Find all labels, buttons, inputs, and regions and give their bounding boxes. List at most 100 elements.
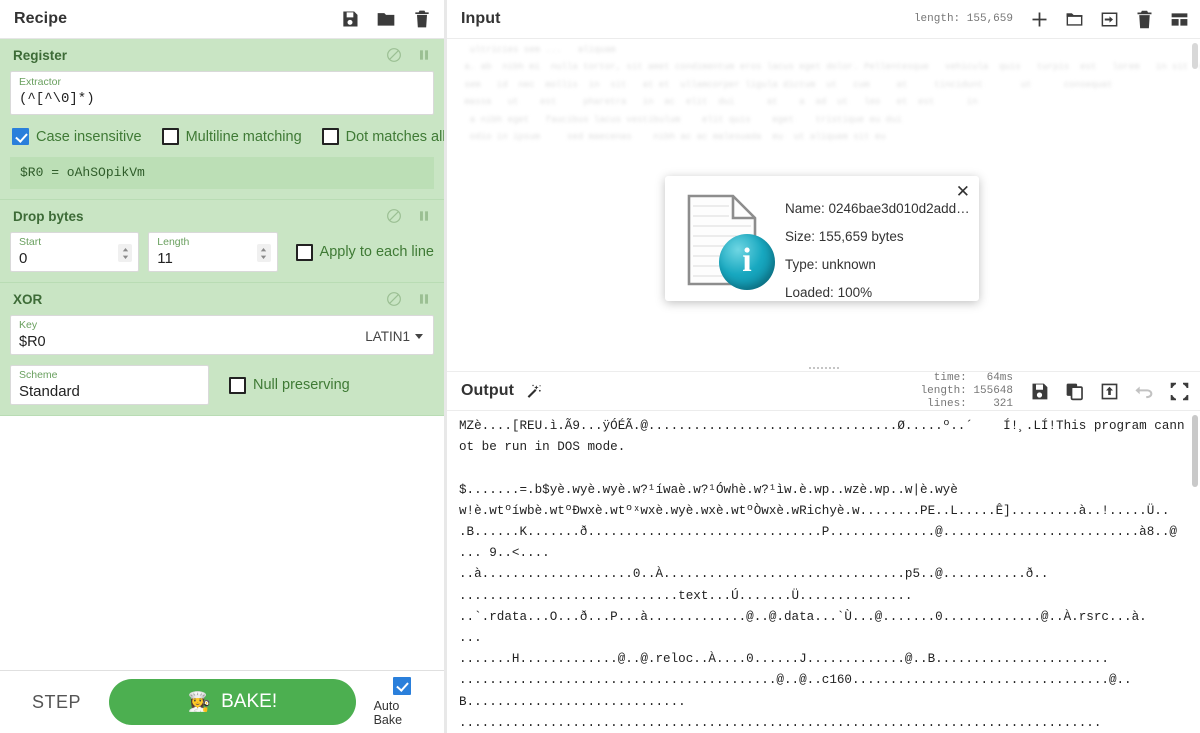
file-type-value: unknown <box>821 257 876 272</box>
checkbox-dot-matches-all[interactable]: Dot matches all <box>321 128 444 145</box>
output-time-label: time: <box>933 371 967 384</box>
output-time-value: 64ms <box>986 371 1013 384</box>
recipe-operation-register[interactable]: Register Extractor (^[^\0]*) Case insens… <box>0 39 444 200</box>
input-title-bar: Input length: 155,659 <box>447 0 1200 39</box>
extractor-field[interactable]: Extractor (^[^\0]*) <box>10 71 434 115</box>
checkbox-case-insensitive[interactable]: Case insensitive <box>12 128 142 145</box>
info-badge-icon: i <box>719 234 775 290</box>
input-editor[interactable]: ultricies sem ... aliquam a. ab nibh mi … <box>447 39 1200 364</box>
output-lines-label: lines: <box>927 397 967 410</box>
copy-output-icon[interactable] <box>1064 381 1085 402</box>
bake-button[interactable]: 👩‍🍳 BAKE! <box>109 679 356 725</box>
auto-bake-toggle[interactable]: Auto Bake <box>374 677 430 727</box>
save-output-icon[interactable] <box>1029 381 1050 402</box>
operation-title: XOR <box>13 291 43 307</box>
key-value[interactable]: $R0 <box>19 332 365 352</box>
save-recipe-icon[interactable] <box>340 9 360 29</box>
checkbox-box[interactable] <box>229 376 246 394</box>
load-recipe-icon[interactable] <box>376 9 396 29</box>
pause-operation-icon[interactable] <box>416 291 432 307</box>
checkbox-apply-to-each-line[interactable]: Apply to each line <box>295 243 434 261</box>
scheme-label: Scheme <box>19 369 58 381</box>
input-scrollbar[interactable] <box>1192 43 1198 69</box>
checkbox-box[interactable] <box>392 677 411 695</box>
length-stepper[interactable] <box>256 244 271 262</box>
close-icon[interactable]: ✕ <box>956 183 970 200</box>
file-name-value: 0246bae3d010d2add… <box>828 201 970 216</box>
checkbox-box[interactable] <box>12 128 29 145</box>
file-info-card: i Name: 0246bae3d010d2add… Size: 155,659… <box>665 176 979 301</box>
register-output-value: $R0 = oAhSOpikVm <box>10 157 434 189</box>
checkbox-label: Dot matches all <box>345 128 444 145</box>
chevron-down-icon <box>415 334 423 339</box>
checkbox-multiline-matching[interactable]: Multiline matching <box>161 128 302 145</box>
open-file-icon[interactable] <box>1064 9 1085 30</box>
key-encoding-dropdown[interactable]: LATIN1 <box>365 329 425 344</box>
bake-label: BAKE! <box>221 691 278 712</box>
register-flags: Case insensitive Multiline matching Dot … <box>10 128 444 145</box>
input-tabs-layout-icon[interactable] <box>1169 9 1190 30</box>
operation-header: Register <box>0 39 444 71</box>
operation-header: XOR <box>0 283 444 315</box>
recipe-operation-drop-bytes[interactable]: Drop bytes Start 0 Length 11 Apply to ea… <box>0 200 444 283</box>
length-field[interactable]: Length 11 <box>148 232 278 272</box>
output-editor[interactable]: MZè....[REU.ì.Ã9...ÿÓÉÃ.@...............… <box>447 411 1200 733</box>
replace-input-with-output-icon[interactable] <box>1099 381 1120 402</box>
output-lines-value: 321 <box>993 397 1013 410</box>
scheme-field[interactable]: Scheme Standard <box>10 365 209 405</box>
maximise-output-icon[interactable] <box>1169 381 1190 402</box>
recipe-pane: Recipe Register Extractor (^[^\0]*) Case… <box>0 0 447 733</box>
file-type-label: Type: <box>785 257 819 272</box>
io-pane: Input length: 155,659 ultricies sem ... … <box>447 0 1200 733</box>
file-size-value: 155,659 bytes <box>818 229 904 244</box>
output-scrollbar[interactable] <box>1192 415 1198 487</box>
file-name-row: Name: 0246bae3d010d2add… <box>785 195 971 223</box>
start-value[interactable]: 0 <box>19 249 130 268</box>
cyberchef-app: Recipe Register Extractor (^[^\0]*) Case… <box>0 0 1200 733</box>
io-splitter-handle[interactable] <box>447 364 1200 372</box>
pause-operation-icon[interactable] <box>416 47 432 63</box>
disable-operation-icon[interactable] <box>386 291 402 307</box>
operation-title: Drop bytes <box>13 208 84 224</box>
output-text: MZè....[REU.ì.Ã9...ÿÓÉÃ.@...............… <box>459 419 1185 730</box>
add-input-tab-icon[interactable] <box>1029 9 1050 30</box>
output-stats: time: 64ms length: 155648 lines: 321 <box>921 372 1013 411</box>
output-length-value: 155648 <box>973 384 1013 397</box>
start-stepper[interactable] <box>118 244 133 262</box>
clear-input-icon[interactable] <box>1134 9 1155 30</box>
operation-controls <box>386 47 432 63</box>
input-length-meta: length: 155,659 <box>914 13 1013 26</box>
file-size-row: Size: 155,659 bytes <box>785 223 971 251</box>
checkbox-box[interactable] <box>295 243 313 261</box>
recipe-toolbar <box>340 9 432 29</box>
disable-operation-icon[interactable] <box>386 208 402 224</box>
magic-wand-icon[interactable] <box>524 382 543 401</box>
extractor-value[interactable]: (^[^\0]*) <box>19 89 425 109</box>
key-label: Key <box>19 319 38 331</box>
operation-header: Drop bytes <box>0 200 444 232</box>
key-encoding-value: LATIN1 <box>365 329 410 344</box>
checkbox-box[interactable] <box>321 128 339 145</box>
checkbox-box[interactable] <box>161 128 179 145</box>
step-button[interactable]: STEP <box>22 686 91 719</box>
file-size-label: Size: <box>785 229 816 244</box>
clear-recipe-icon[interactable] <box>412 9 432 29</box>
input-length-value: 155,659 <box>966 12 1013 25</box>
length-value[interactable]: 11 <box>157 249 268 268</box>
output-title-bar: Output time: 64ms length: 155648 lines: 32… <box>447 372 1200 411</box>
recipe-operation-list[interactable]: Register Extractor (^[^\0]*) Case insens… <box>0 39 444 670</box>
xor-key-field[interactable]: Key $R0 LATIN1 <box>10 315 434 355</box>
operation-controls <box>386 291 432 307</box>
scheme-value[interactable]: Standard <box>19 382 200 401</box>
start-field[interactable]: Start 0 <box>10 232 140 272</box>
recipe-operation-xor[interactable]: XOR Key $R0 LATIN1 Scheme Standard Null … <box>0 283 444 416</box>
output-title: Output <box>461 382 515 399</box>
file-metadata: Name: 0246bae3d010d2add… Size: 155,659 b… <box>785 186 971 300</box>
start-label: Start <box>19 236 42 248</box>
undo-icon[interactable] <box>1134 381 1155 402</box>
pause-operation-icon[interactable] <box>416 208 432 224</box>
disable-operation-icon[interactable] <box>386 47 402 63</box>
open-folder-as-input-icon[interactable] <box>1099 9 1120 30</box>
file-name-label: Name: <box>785 201 825 216</box>
checkbox-null-preserving[interactable]: Null preserving <box>229 376 350 394</box>
